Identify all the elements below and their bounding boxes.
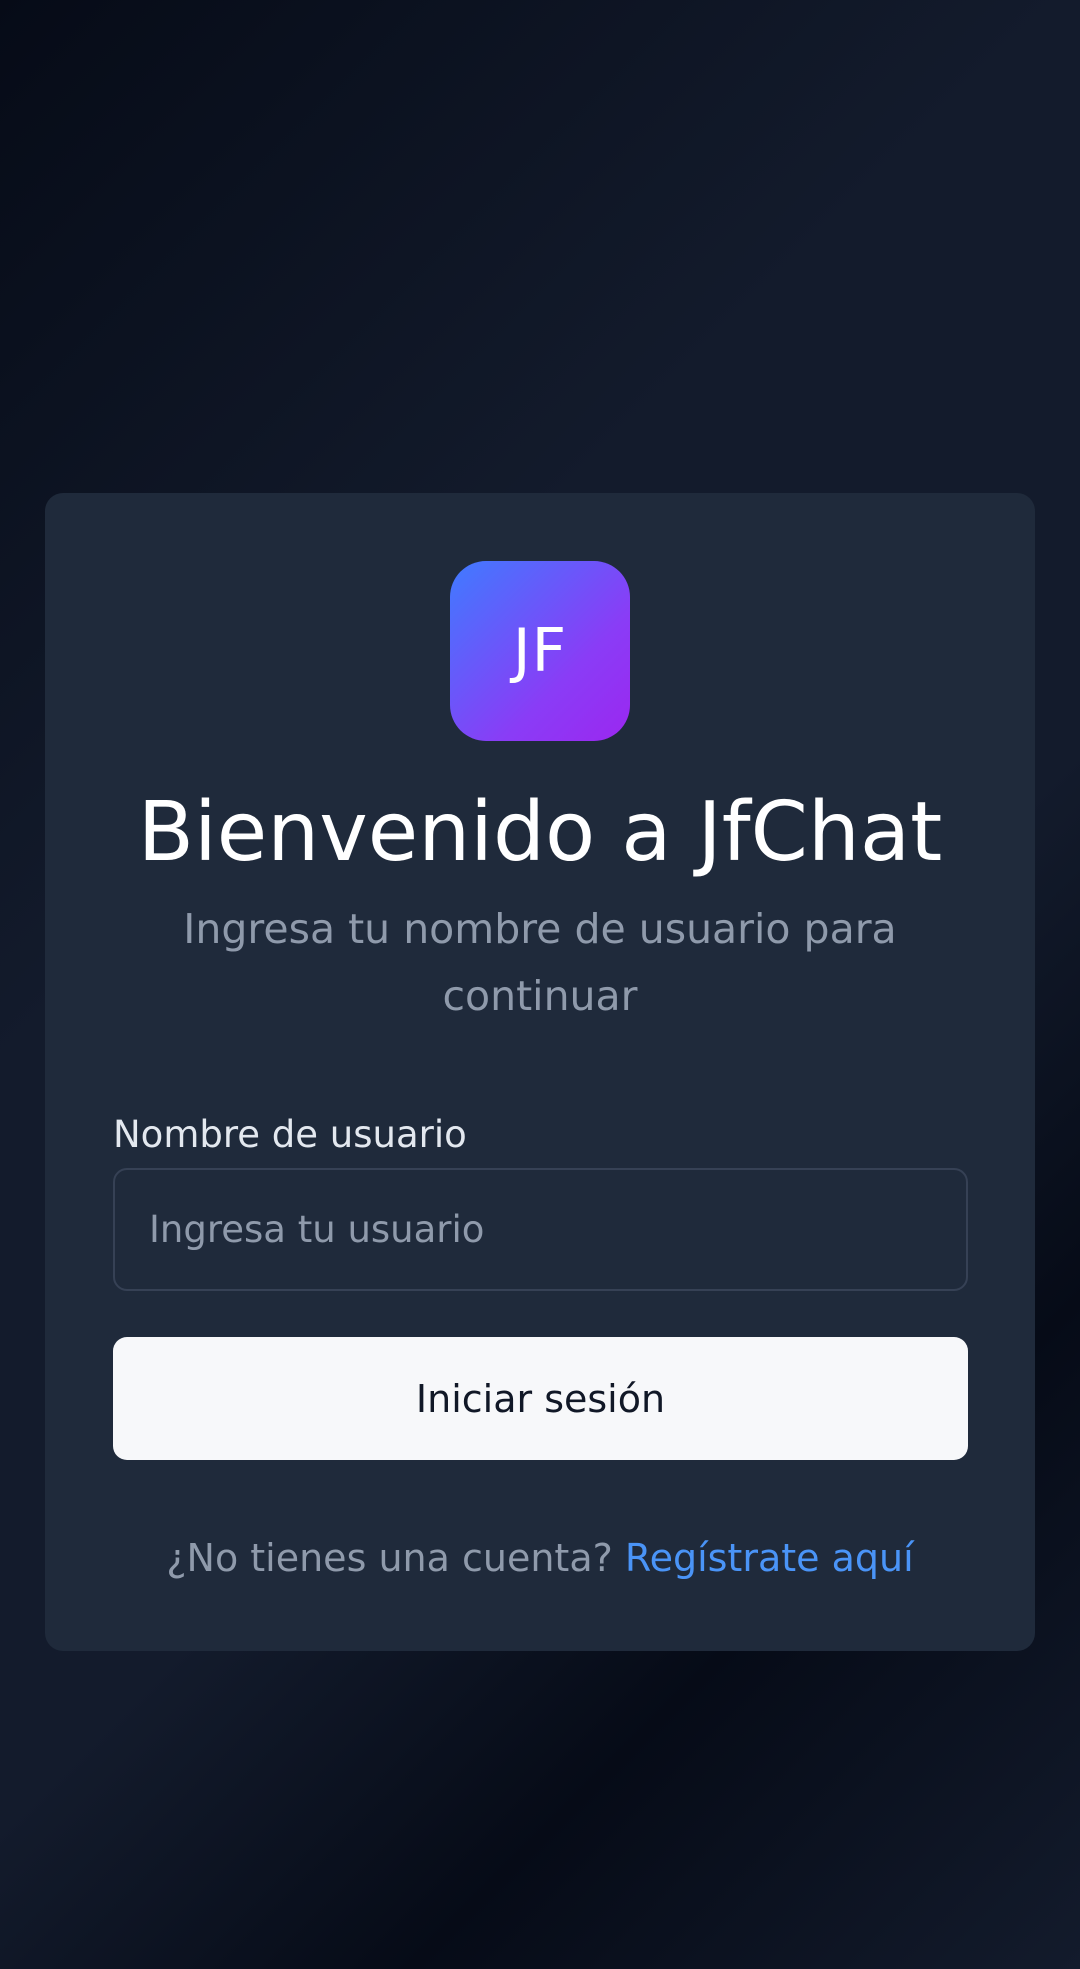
logo-initials: JF bbox=[512, 616, 568, 686]
register-link[interactable]: Regístrate aquí bbox=[625, 1536, 914, 1580]
login-button[interactable]: Iniciar sesión bbox=[113, 1337, 968, 1460]
app-logo: JF bbox=[450, 561, 630, 741]
username-input[interactable] bbox=[113, 1168, 968, 1291]
register-prompt-text: ¿No tienes una cuenta? bbox=[166, 1536, 613, 1580]
login-button-label: Iniciar sesión bbox=[415, 1376, 666, 1421]
username-label: Nombre de usuario bbox=[113, 1113, 467, 1156]
login-card: JF Bienvenido a JfChat Ingresa tu nombre… bbox=[45, 493, 1035, 1651]
page-subtitle: Ingresa tu nombre de usuario para contin… bbox=[183, 905, 897, 1020]
page-title: Bienvenido a JfChat bbox=[137, 785, 943, 880]
register-prompt: ¿No tienes una cuenta? Regístrate aquí bbox=[45, 1531, 1035, 1585]
